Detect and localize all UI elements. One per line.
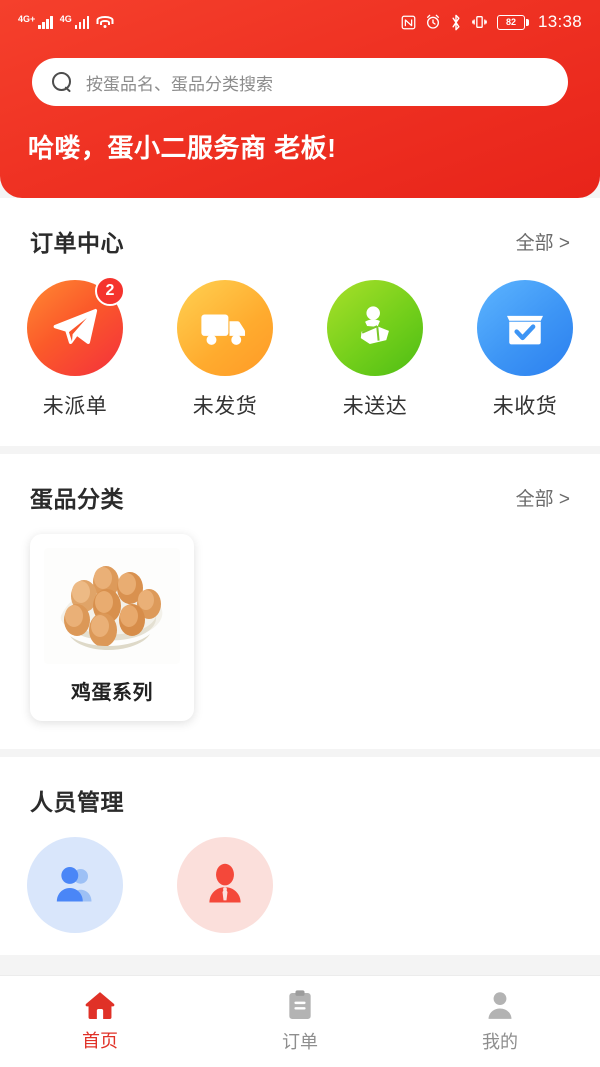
main-content: 订单中心 全部 > 2 未派单 未发货 未送达 未收货 蛋品分类 全部 > 鸡蛋… xyxy=(0,198,600,975)
greeting-text: 哈喽，蛋小二服务商 老板! xyxy=(28,133,337,163)
sim2-signal-icon: 4G xyxy=(60,15,90,29)
tab-home-label: 首页 xyxy=(82,1031,118,1051)
category-name: 鸡蛋系列 xyxy=(71,682,153,704)
tab-orders-label: 订单 xyxy=(282,1032,318,1052)
egg-categories-title: 蛋品分类 xyxy=(30,486,124,512)
box-check-icon xyxy=(477,280,573,376)
person-tie-icon xyxy=(177,837,273,933)
status-bar: 4G+ 4G 82 13:38 xyxy=(0,0,600,44)
sim2-network-label: 4G xyxy=(59,14,72,24)
order-status-label: 未送达 xyxy=(342,395,408,418)
personnel-spacer xyxy=(300,837,450,945)
wifi-icon xyxy=(96,15,114,29)
home-icon xyxy=(85,992,115,1020)
clipboard-icon xyxy=(289,990,311,1019)
search-input[interactable]: 按蛋品名、蛋品分类搜索 xyxy=(86,70,273,95)
egg-categories-card: 蛋品分类 全部 > 鸡蛋系列 xyxy=(0,454,600,749)
order-status-grid: 2 未派单 未发货 未送达 未收货 xyxy=(0,258,600,446)
tab-profile[interactable]: 我的 xyxy=(400,976,600,1067)
order-status-undelivered[interactable]: 未送达 xyxy=(300,280,450,420)
personnel-card: 人员管理 xyxy=(0,757,600,955)
tab-orders[interactable]: 订单 xyxy=(200,976,400,1067)
app-header: 4G+ 4G 82 13:38 按蛋品名、蛋品分类搜索 哈喽，蛋小二服务商 老板… xyxy=(0,0,600,198)
egg-categories-list: 鸡蛋系列 xyxy=(0,514,600,749)
order-status-label: 未派单 xyxy=(42,395,108,418)
tab-profile-label: 我的 xyxy=(482,1032,518,1052)
battery-level-label: 82 xyxy=(505,17,516,27)
tab-home[interactable]: 首页 xyxy=(0,976,200,1067)
category-card[interactable]: 鸡蛋系列 xyxy=(30,534,194,721)
order-status-unshipped[interactable]: 未发货 xyxy=(150,280,300,420)
two-people-icon xyxy=(27,837,123,933)
order-status-unassigned[interactable]: 2 未派单 xyxy=(0,276,150,420)
personnel-header: 人员管理 xyxy=(0,757,600,817)
status-bar-clock: 13:38 xyxy=(537,12,582,31)
egg-categories-more-link[interactable]: 全部 > xyxy=(516,484,570,511)
battery-icon: 82 xyxy=(496,14,529,30)
personnel-item-staff[interactable] xyxy=(0,837,150,945)
sim1-network-label: 4G+ xyxy=(18,14,36,24)
order-center-title: 订单中心 xyxy=(30,230,124,256)
order-center-more-link[interactable]: 全部 > xyxy=(516,228,570,255)
personnel-title: 人员管理 xyxy=(30,789,124,815)
search-bar[interactable]: 按蛋品名、蛋品分类搜索 xyxy=(32,58,568,106)
brown-eggs-photo xyxy=(44,548,180,664)
personnel-spacer xyxy=(450,837,600,945)
personnel-item-manager[interactable] xyxy=(150,837,300,945)
nfc-icon xyxy=(401,15,416,29)
personnel-grid xyxy=(0,817,600,955)
order-center-card: 订单中心 全部 > 2 未派单 未发货 未送达 未收货 xyxy=(0,198,600,446)
status-bar-left: 4G+ 4G xyxy=(18,15,114,29)
order-status-label: 未发货 xyxy=(192,395,258,418)
search-icon xyxy=(52,72,72,92)
truck-icon xyxy=(177,280,273,376)
bluetooth-icon xyxy=(452,14,460,30)
egg-categories-header: 蛋品分类 全部 > xyxy=(0,454,600,514)
vibrate-icon xyxy=(472,16,487,28)
order-status-unreceived[interactable]: 未收货 xyxy=(450,280,600,420)
paper-plane-icon: 2 xyxy=(27,276,125,376)
alarm-clock-icon xyxy=(426,14,439,29)
delivery-person-icon xyxy=(327,280,423,376)
order-status-label: 未收货 xyxy=(492,395,558,418)
order-center-header: 订单中心 全部 > xyxy=(0,198,600,258)
sim1-signal-icon: 4G+ xyxy=(18,15,53,29)
bottom-tab-bar: 首页 订单 我的 xyxy=(0,975,600,1067)
person-icon xyxy=(488,992,512,1019)
order-status-badge: 2 xyxy=(95,276,125,306)
app-screen: 4G+ 4G 82 13:38 按蛋品名、蛋品分类搜索 哈喽，蛋小二服务商 老板… xyxy=(0,0,600,1067)
status-bar-right: 82 13:38 xyxy=(401,12,582,32)
